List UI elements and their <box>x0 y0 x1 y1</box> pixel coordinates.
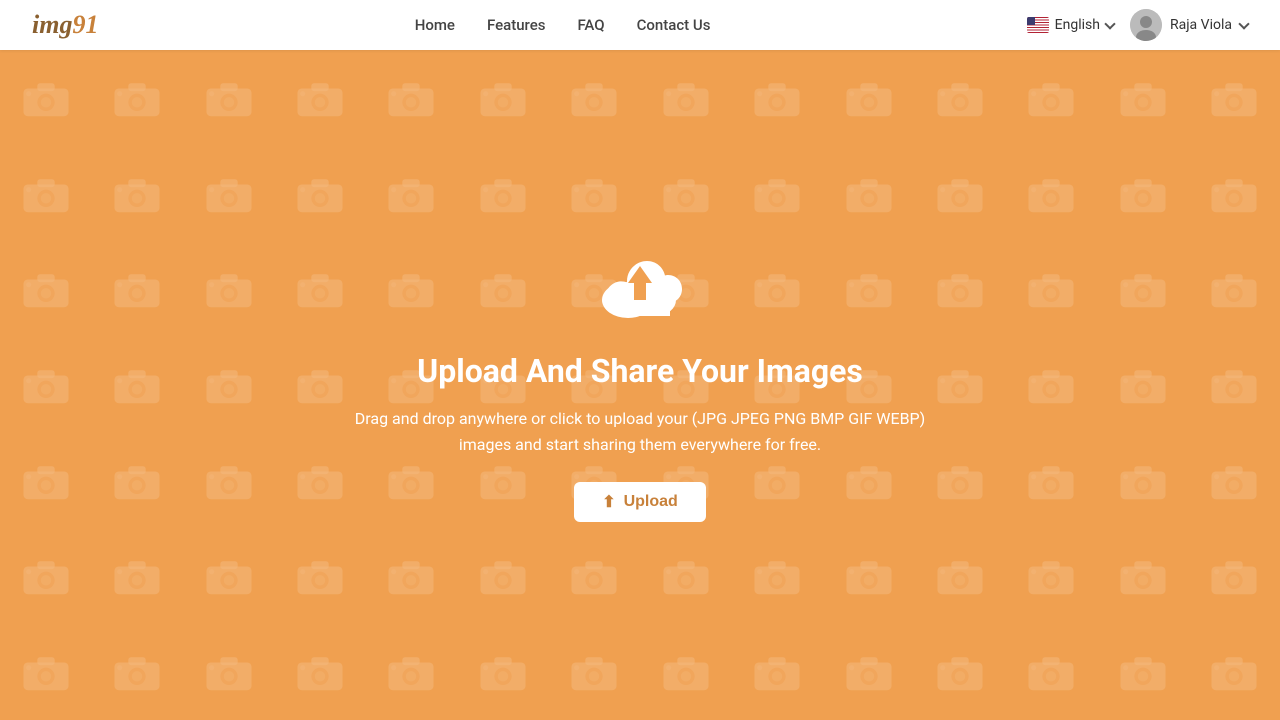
bg-camera-icon <box>914 146 1005 242</box>
bg-camera-icon <box>1006 146 1097 242</box>
nav-links: Home Features FAQ Contact Us <box>415 16 711 34</box>
nav-right: English Raja Viola <box>1027 9 1248 41</box>
bg-camera-icon <box>91 241 182 337</box>
bg-camera-icon <box>640 529 731 625</box>
bg-camera-icon <box>0 337 91 433</box>
bg-camera-icon <box>183 50 274 146</box>
bg-camera-icon <box>91 529 182 625</box>
bg-camera-icon <box>1006 624 1097 720</box>
bg-camera-icon <box>366 624 457 720</box>
bg-camera-icon <box>1097 241 1188 337</box>
bg-camera-icon <box>0 241 91 337</box>
bg-camera-icon <box>91 146 182 242</box>
hero-title: Upload And Share Your Images <box>417 352 863 390</box>
bg-camera-icon <box>0 146 91 242</box>
bg-camera-icon <box>457 146 548 242</box>
bg-camera-icon <box>0 433 91 529</box>
bg-camera-icon <box>1189 241 1280 337</box>
bg-camera-icon <box>914 624 1005 720</box>
bg-camera-icon <box>640 50 731 146</box>
bg-camera-icon <box>1097 624 1188 720</box>
bg-camera-icon <box>1189 146 1280 242</box>
bg-camera-icon <box>914 50 1005 146</box>
bg-camera-icon <box>366 146 457 242</box>
bg-camera-icon <box>1006 433 1097 529</box>
hero-section: Upload And Share Your Images Drag and dr… <box>0 50 1280 720</box>
bg-camera-icon <box>183 337 274 433</box>
bg-camera-icon <box>0 50 91 146</box>
bg-camera-icon <box>549 624 640 720</box>
bg-camera-icon <box>1006 50 1097 146</box>
bg-camera-icon <box>91 50 182 146</box>
bg-camera-icon <box>0 624 91 720</box>
nav-faq[interactable]: FAQ <box>577 16 604 34</box>
bg-camera-icon <box>640 146 731 242</box>
upload-btn-icon: ⬆ <box>602 492 615 512</box>
bg-camera-icon <box>1097 529 1188 625</box>
logo[interactable]: img91 <box>32 10 98 40</box>
bg-camera-icon <box>183 146 274 242</box>
bg-camera-icon <box>1006 337 1097 433</box>
user-menu[interactable]: Raja Viola <box>1130 9 1248 41</box>
bg-camera-icon <box>457 50 548 146</box>
bg-camera-icon <box>823 624 914 720</box>
bg-camera-icon <box>274 529 365 625</box>
chevron-down-icon <box>1104 18 1115 29</box>
nav-features[interactable]: Features <box>487 16 545 34</box>
bg-camera-icon <box>1189 529 1280 625</box>
flag-icon <box>1027 17 1049 33</box>
user-name: Raja Viola <box>1170 17 1232 33</box>
bg-camera-icon <box>640 624 731 720</box>
bg-camera-icon <box>549 50 640 146</box>
bg-camera-icon <box>91 433 182 529</box>
bg-camera-icon <box>1097 146 1188 242</box>
bg-camera-icon <box>183 241 274 337</box>
nav-contact[interactable]: Contact Us <box>637 16 711 34</box>
nav-home[interactable]: Home <box>415 16 455 34</box>
bg-camera-icon <box>823 146 914 242</box>
bg-camera-icon <box>366 529 457 625</box>
upload-cloud-icon <box>590 248 690 328</box>
bg-camera-icon <box>1189 624 1280 720</box>
bg-camera-icon <box>914 529 1005 625</box>
bg-camera-icon <box>274 624 365 720</box>
bg-camera-icon <box>366 50 457 146</box>
bg-camera-icon <box>1097 433 1188 529</box>
bg-camera-icon <box>823 50 914 146</box>
bg-camera-icon <box>1189 433 1280 529</box>
bg-camera-icon <box>549 529 640 625</box>
bg-camera-icon <box>549 146 640 242</box>
bg-camera-icon <box>91 624 182 720</box>
upload-btn-label: Upload <box>624 493 678 511</box>
language-label: English <box>1055 17 1100 33</box>
bg-camera-icon <box>183 624 274 720</box>
user-chevron-icon <box>1238 18 1249 29</box>
bg-camera-icon <box>1006 529 1097 625</box>
language-selector[interactable]: English <box>1027 17 1114 33</box>
bg-camera-icon <box>731 50 822 146</box>
bg-camera-icon <box>731 624 822 720</box>
bg-camera-icon <box>183 433 274 529</box>
bg-camera-icon <box>1097 337 1188 433</box>
navbar: img91 Home Features FAQ Contact Us Engli… <box>0 0 1280 50</box>
avatar-icon <box>1130 9 1162 41</box>
bg-camera-icon <box>0 529 91 625</box>
bg-camera-icon <box>183 529 274 625</box>
bg-camera-icon <box>1189 50 1280 146</box>
bg-camera-icon <box>731 146 822 242</box>
bg-camera-icon <box>1189 337 1280 433</box>
hero-content: Upload And Share Your Images Drag and dr… <box>340 248 940 521</box>
bg-camera-icon <box>91 337 182 433</box>
bg-camera-icon <box>1097 50 1188 146</box>
avatar <box>1130 9 1162 41</box>
bg-camera-icon <box>457 529 548 625</box>
bg-camera-icon <box>274 146 365 242</box>
upload-button[interactable]: ⬆ Upload <box>574 482 706 522</box>
hero-subtitle: Drag and drop anywhere or click to uploa… <box>340 406 940 457</box>
bg-camera-icon <box>457 624 548 720</box>
bg-camera-icon <box>823 529 914 625</box>
bg-camera-icon <box>1006 241 1097 337</box>
bg-camera-icon <box>274 50 365 146</box>
bg-camera-icon <box>731 529 822 625</box>
